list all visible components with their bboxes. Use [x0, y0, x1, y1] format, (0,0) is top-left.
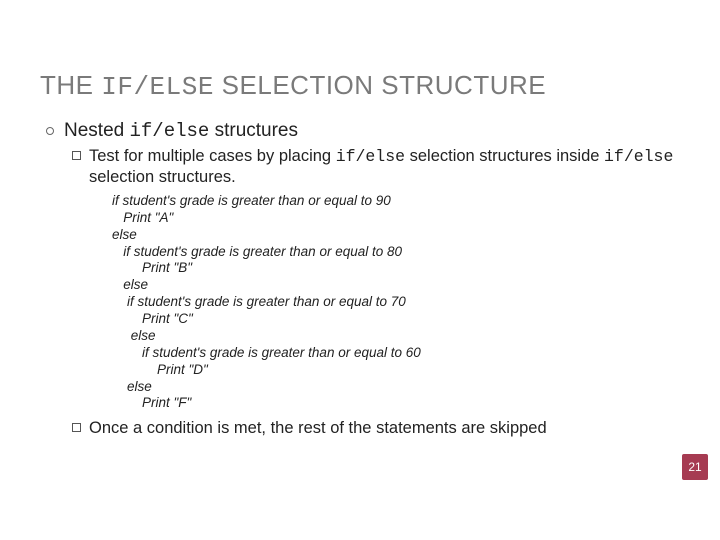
bullet-level2-a: Test for multiple cases by placing if/el…	[72, 146, 680, 189]
bullet1-post: structures	[209, 120, 298, 141]
page-number: 21	[688, 460, 701, 474]
bullet1-pre: Nested	[64, 120, 129, 141]
bullet2a-text: Test for multiple cases by placing if/el…	[89, 146, 680, 189]
b2a-c1: if/else	[336, 147, 405, 166]
square-bullet-icon	[72, 423, 81, 432]
title-text-6: TRUCTURE	[399, 70, 546, 100]
square-bullet-icon	[72, 151, 81, 160]
bullet-level2-b: Once a condition is met, the rest of the…	[72, 418, 680, 439]
bullet1-code: if/else	[129, 120, 209, 142]
title-text-2: HE	[56, 70, 101, 100]
bullet-level1: Nested if/else structures	[46, 120, 680, 142]
page-number-badge: 21	[682, 454, 708, 480]
title-text-4: ELECTION	[240, 70, 382, 100]
b2a-c2: if/else	[604, 147, 673, 166]
title-text-5: S	[381, 70, 399, 100]
circle-bullet-icon	[46, 127, 54, 135]
title-text-1: T	[40, 70, 56, 100]
slide-title: THE IF/ELSE SELECTION STRUCTURE	[40, 70, 680, 102]
b2a-p3: selection structures.	[89, 168, 236, 186]
b2a-p1: Test for multiple cases by placing	[89, 147, 336, 165]
bullet2b-text: Once a condition is met, the rest of the…	[89, 418, 547, 439]
bullet1-text: Nested if/else structures	[64, 120, 298, 142]
pseudocode-block: if student's grade is greater than or eq…	[112, 193, 680, 412]
slide: THE IF/ELSE SELECTION STRUCTURE Nested i…	[0, 0, 720, 462]
title-text-3: S	[214, 70, 240, 100]
title-code: IF/ELSE	[101, 72, 214, 102]
b2a-p2: selection structures inside	[405, 147, 604, 165]
